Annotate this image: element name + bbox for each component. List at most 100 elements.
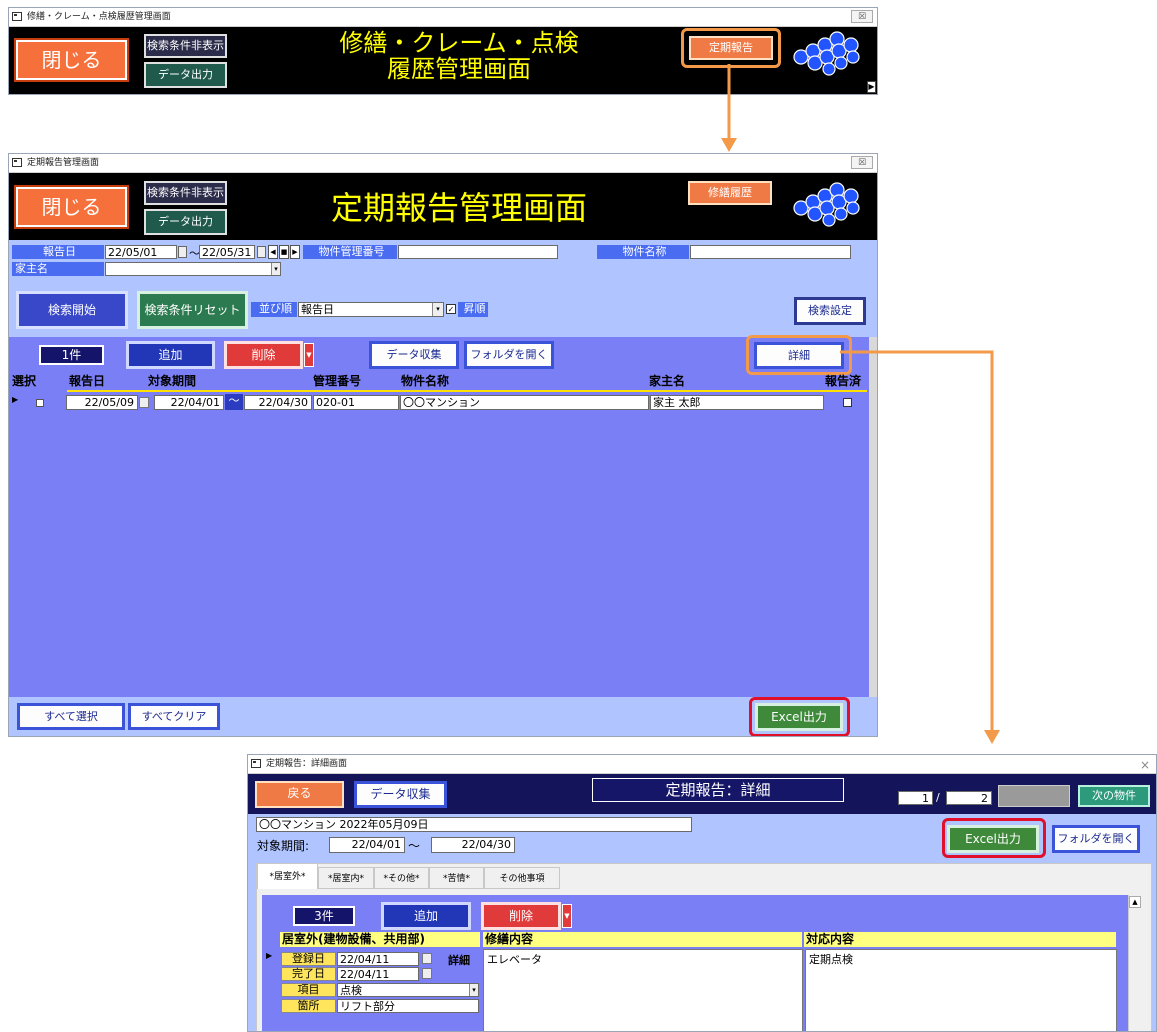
page-title-line1: 修繕・クレーム・点検 bbox=[339, 29, 579, 57]
prev-month-icon[interactable]: ◀ bbox=[268, 245, 278, 259]
next-property-button[interactable]: 次の物件 bbox=[1078, 785, 1150, 807]
data-collect-button[interactable]: データ収集 bbox=[369, 341, 459, 369]
row-owner[interactable]: 家主 太郎 bbox=[650, 395, 824, 410]
row-mgmt-no[interactable]: 020-01 bbox=[313, 395, 399, 410]
property-info-field[interactable]: 〇〇マンション 2022年05月09日 bbox=[256, 817, 692, 832]
page-title-line2: 履歴管理画面 bbox=[387, 55, 531, 83]
scroll-up-icon[interactable]: ▲ bbox=[1129, 896, 1141, 908]
calendar-icon[interactable] bbox=[139, 397, 149, 408]
property-name-field[interactable] bbox=[690, 245, 851, 259]
row-period-to[interactable]: 22/04/30 bbox=[244, 395, 312, 410]
hide-search-button[interactable]: 検索条件非表示 bbox=[144, 181, 227, 205]
property-number-field[interactable] bbox=[398, 245, 558, 259]
calendar-icon[interactable] bbox=[178, 246, 187, 258]
column-header-property: 物件名称 bbox=[401, 374, 450, 388]
flow-arrow-1 bbox=[721, 64, 737, 152]
column-header-report-date: 報告日 bbox=[69, 374, 106, 388]
delete-dropdown-icon[interactable]: ▼ bbox=[304, 343, 314, 367]
repair-history-button[interactable]: 修繕履歴 bbox=[688, 181, 772, 205]
search-settings-button[interactable]: 検索設定 bbox=[794, 297, 866, 325]
back-button[interactable]: 戻る bbox=[255, 781, 344, 808]
column-header-select: 選択 bbox=[12, 374, 37, 388]
flow-arrow-2 bbox=[840, 350, 1000, 744]
periodic-report-management-window: 定期報告管理画面 ☒ 閉じる 検索条件非表示 データ出力 定期報告管理画面 修繕… bbox=[8, 153, 878, 737]
row-property[interactable]: 〇〇マンション bbox=[400, 395, 649, 410]
row-select-checkbox[interactable] bbox=[36, 399, 44, 407]
period-label: 対象期間: bbox=[257, 839, 310, 853]
period-tilde: ～ bbox=[408, 839, 421, 853]
item-label: 項目 bbox=[281, 983, 336, 997]
row-period-from[interactable]: 22/04/01 bbox=[154, 395, 224, 410]
row-selector-icon[interactable]: ▶ bbox=[12, 395, 18, 404]
done-date-field[interactable]: 22/04/11 bbox=[337, 967, 419, 981]
tab-inside[interactable]: *居室内* bbox=[318, 867, 374, 889]
period-to-field[interactable]: 22/04/30 bbox=[431, 837, 515, 853]
owner-select[interactable] bbox=[105, 262, 281, 276]
current-month-icon[interactable]: ■ bbox=[279, 245, 289, 259]
data-collect-button[interactable]: データ収集 bbox=[354, 781, 447, 808]
row-selector-icon[interactable]: ▶ bbox=[266, 951, 272, 960]
date-from-field[interactable]: 22/05/01 bbox=[105, 245, 177, 259]
place-label: 箇所 bbox=[281, 999, 336, 1013]
logo-icon bbox=[793, 31, 860, 76]
window-titlebar: 定期報告管理画面 ☒ bbox=[9, 154, 877, 173]
detail-link[interactable]: 詳細 bbox=[448, 952, 470, 968]
calendar-icon[interactable] bbox=[257, 246, 266, 258]
chevron-down-icon[interactable]: ▾ bbox=[271, 263, 280, 275]
page-total-field[interactable]: 2 bbox=[946, 791, 992, 805]
next-month-icon[interactable]: ▶ bbox=[290, 245, 300, 259]
column-header-outside: 居室外(建物設備、共用部) bbox=[280, 932, 480, 947]
tab-scrollbar[interactable] bbox=[1128, 895, 1142, 1031]
chevron-down-icon[interactable]: ▾ bbox=[432, 303, 443, 316]
tab-complaint[interactable]: *苦情* bbox=[429, 867, 484, 889]
page-separator: / bbox=[936, 791, 940, 804]
clear-all-button[interactable]: すべてクリア bbox=[128, 703, 220, 730]
open-folder-button[interactable]: フォルダを開く bbox=[1052, 825, 1140, 853]
place-field[interactable]: リフト部分 bbox=[337, 999, 479, 1013]
ascending-checkbox[interactable]: ✓ bbox=[446, 304, 456, 314]
app-icon bbox=[12, 12, 22, 21]
app-icon bbox=[12, 158, 22, 167]
owner-label: 家主名 bbox=[12, 262, 104, 276]
tab-other[interactable]: *その他* bbox=[374, 867, 429, 889]
add-button[interactable]: 追加 bbox=[126, 341, 215, 369]
period-from-field[interactable]: 22/04/01 bbox=[329, 837, 405, 853]
window-titlebar: 修繕・クレーム・点検履歴管理画面 ☒ bbox=[9, 8, 877, 27]
delete-dropdown-icon[interactable]: ▼ bbox=[562, 904, 572, 928]
open-folder-button[interactable]: フォルダを開く bbox=[464, 341, 554, 369]
add-button[interactable]: 追加 bbox=[381, 902, 471, 930]
close-icon[interactable]: × bbox=[1140, 756, 1150, 774]
item-select[interactable]: 点検 bbox=[337, 983, 479, 997]
data-output-button[interactable]: データ出力 bbox=[144, 62, 227, 88]
row-tilde: ～ bbox=[225, 394, 243, 410]
tab-outside[interactable]: *居室外* bbox=[257, 863, 318, 889]
highlight-detail bbox=[746, 335, 852, 375]
select-all-button[interactable]: すべて選択 bbox=[17, 703, 125, 730]
data-output-button[interactable]: データ出力 bbox=[144, 209, 227, 235]
page-blank-field bbox=[998, 785, 1070, 807]
scroll-right-icon[interactable]: ▶ bbox=[867, 81, 876, 93]
chevron-down-icon[interactable]: ▾ bbox=[469, 984, 478, 996]
delete-button[interactable]: 削除 bbox=[481, 902, 561, 930]
column-header-mgmt-no: 管理番号 bbox=[313, 374, 362, 388]
repair-text-area[interactable]: エレベータ bbox=[483, 949, 803, 1031]
delete-button[interactable]: 削除 bbox=[224, 341, 303, 369]
response-text-area[interactable]: 定期点検 bbox=[805, 949, 1117, 1031]
hide-search-button[interactable]: 検索条件非表示 bbox=[144, 34, 227, 58]
column-header-period: 対象期間 bbox=[148, 374, 197, 388]
row-report-date[interactable]: 22/05/09 bbox=[66, 395, 138, 410]
search-reset-button[interactable]: 検索条件リセット bbox=[137, 291, 248, 329]
calendar-icon[interactable] bbox=[422, 968, 432, 979]
reg-date-field[interactable]: 22/04/11 bbox=[337, 952, 419, 966]
close-button[interactable]: 閉じる bbox=[14, 185, 129, 229]
tab-other-matters[interactable]: その他事項 bbox=[484, 867, 560, 889]
sort-select[interactable]: 報告日 bbox=[298, 302, 444, 317]
window-title: 修繕・クレーム・点検履歴管理画面 bbox=[27, 12, 171, 22]
date-to-field[interactable]: 22/05/31 bbox=[199, 245, 255, 259]
page-current-field[interactable]: 1 bbox=[898, 791, 933, 805]
close-icon[interactable]: ☒ bbox=[851, 156, 873, 169]
close-icon[interactable]: ☒ bbox=[851, 10, 873, 23]
search-start-button[interactable]: 検索開始 bbox=[16, 291, 128, 329]
calendar-icon[interactable] bbox=[422, 953, 432, 964]
close-button[interactable]: 閉じる bbox=[14, 38, 129, 82]
